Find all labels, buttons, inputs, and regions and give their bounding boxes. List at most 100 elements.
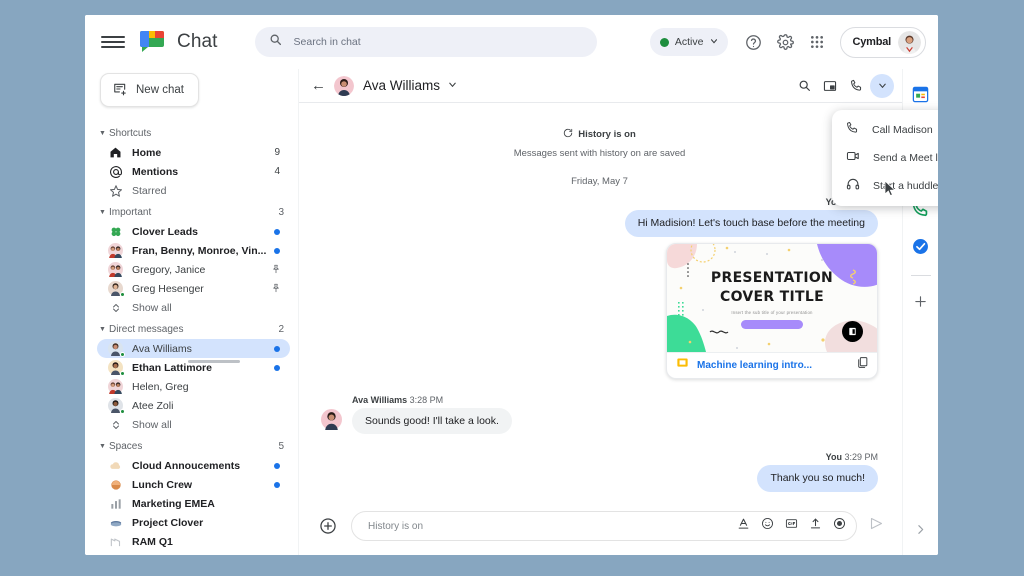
unread-dot	[274, 481, 280, 488]
sidebar-scroll-grip[interactable]	[188, 360, 240, 363]
sidebar-item-show-all[interactable]: Show all	[97, 298, 290, 317]
status-button[interactable]: Active	[649, 28, 729, 56]
format-text-icon[interactable]	[737, 517, 750, 535]
sidebar-item-marketing-emea[interactable]: Marketing EMEA	[97, 494, 290, 513]
new-chat-label: New chat	[136, 84, 184, 96]
gif-icon[interactable]	[785, 517, 798, 535]
sidebar-item-greg-hesenger[interactable]: Greg Hesenger	[97, 279, 290, 298]
attachment-preview: PRESENTATION COVER TITLE Insert the sub …	[667, 243, 877, 352]
sidebar-item-starred[interactable]: Starred	[97, 181, 290, 200]
sidebar-item-label: Marketing EMEA	[132, 497, 215, 510]
sidebar-item-mentions[interactable]: Mentions 4	[97, 162, 290, 181]
apps-grid-icon[interactable]	[802, 27, 832, 57]
record-video-icon[interactable]	[833, 517, 846, 535]
sidebar-item-fireside-chats[interactable]: W Fireside chats	[97, 551, 290, 556]
back-arrow-icon[interactable]: ←	[309, 77, 334, 94]
tasks-icon[interactable]	[910, 235, 932, 257]
sidebar-item-label: Ethan Lattimore	[132, 361, 212, 374]
hamburger-icon[interactable]	[101, 30, 125, 54]
phone-icon	[846, 121, 859, 139]
sidebar-item-fran-benny-monroe-vin[interactable]: Fran, Benny, Monroe, Vin...	[97, 241, 290, 260]
pin-icon[interactable]	[271, 283, 281, 295]
unread-count: 9	[274, 147, 280, 158]
user-avatar	[107, 341, 125, 357]
add-icon[interactable]	[317, 515, 339, 537]
message-avatar[interactable]	[321, 408, 342, 430]
sidebar-item-cloud-annoucements[interactable]: Cloud Annoucements	[97, 456, 290, 475]
conversation-actions	[792, 73, 894, 98]
help-icon[interactable]	[738, 27, 768, 57]
message-list: History is on Messages sent with history…	[299, 103, 902, 503]
conversation-title: Ava Williams	[363, 78, 441, 93]
chevron-down-icon	[709, 33, 719, 51]
conversation-avatar[interactable]	[334, 75, 354, 96]
pip-icon[interactable]	[818, 74, 842, 98]
history-subtitle: Messages sent with history on are saved	[513, 148, 686, 159]
attachment-subtitle: Insert the sub title of your presentatio…	[731, 309, 813, 315]
message-bubble[interactable]: Thank you so much!	[757, 465, 878, 493]
menu-item-call[interactable]: Call Madison	[832, 116, 938, 144]
sidebar-section-header[interactable]: ▼ Spaces 5	[95, 436, 290, 456]
app-body: New chat ▼ Shortcuts Home 9 Mentions 4 Starred…	[85, 69, 938, 555]
rail-divider	[910, 275, 931, 276]
date-separator: Friday, May 7	[571, 176, 628, 187]
sidebar-item-gregory-janice[interactable]: Gregory, Janice	[97, 260, 290, 279]
emoji-icon[interactable]	[761, 517, 774, 535]
attachment-file-name[interactable]: Machine learning intro...	[697, 360, 856, 371]
sidebar-item-label: Lunch Crew	[132, 478, 193, 491]
phone-icon[interactable]	[844, 74, 868, 98]
sidebar-item-label: Greg Hesenger	[132, 282, 204, 295]
send-icon[interactable]	[869, 516, 884, 536]
sidebar-item-helen-greg[interactable]: Helen, Greg	[97, 377, 290, 396]
user-avatar	[107, 398, 125, 414]
sidebar-item-show-all[interactable]: Show all	[97, 415, 290, 434]
copy-icon[interactable]	[856, 356, 869, 374]
star-icon	[107, 183, 124, 198]
sidebar-item-ava-williams[interactable]: Ava Williams	[97, 339, 290, 358]
unread-dot	[274, 345, 280, 352]
plus-icon[interactable]	[910, 290, 932, 312]
attachment-card[interactable]: PRESENTATION COVER TITLE Insert the sub …	[666, 242, 878, 379]
clover-space-icon	[107, 224, 124, 239]
mouse-cursor	[884, 180, 896, 202]
sidebar-item-label: Mentions	[132, 165, 179, 178]
sidebar-section-count: 2	[278, 323, 284, 335]
sidebar-item-clover-leads[interactable]: Clover Leads	[97, 222, 290, 241]
menu-item-meet-link[interactable]: Send a Meet link	[832, 144, 938, 172]
sidebar-item-lunch-crew[interactable]: Lunch Crew	[97, 475, 290, 494]
calendar-icon[interactable]	[910, 83, 932, 105]
upload-file-icon[interactable]	[809, 517, 822, 535]
group-avatar	[107, 262, 124, 277]
pin-icon[interactable]	[271, 264, 281, 276]
mention-icon	[107, 164, 124, 179]
menu-item-label: Call Madison	[872, 124, 933, 136]
sidebar-section-header[interactable]: ▼ Direct messages 2	[95, 319, 290, 339]
attachment-type-badge	[842, 320, 863, 342]
new-chat-button[interactable]: New chat	[100, 73, 199, 107]
sidebar-item-home[interactable]: Home 9	[97, 143, 290, 162]
sidebar-section-header[interactable]: ▼ Important 3	[95, 202, 290, 222]
user-avatar	[107, 360, 125, 376]
account-chip[interactable]: Cymbal	[840, 26, 926, 58]
slides-icon	[676, 356, 689, 374]
attachment-title-line1: PRESENTATION	[710, 269, 834, 286]
chevron-down-icon: ▼	[99, 442, 106, 450]
sidebar-section-header[interactable]: ▼ Shortcuts	[95, 123, 290, 143]
attachment-footer: Machine learning intro...	[667, 351, 877, 378]
avatar[interactable]	[898, 30, 921, 54]
search-icon[interactable]	[792, 74, 816, 98]
sidebar-item-ram-q1[interactable]: RAM Q1	[97, 532, 290, 551]
status-label: Active	[674, 36, 704, 48]
gear-icon[interactable]	[770, 27, 800, 57]
chevron-right-icon[interactable]	[914, 523, 927, 539]
sidebar-item-atee-zoli[interactable]: Atee Zoli	[97, 396, 290, 415]
ram-space-icon	[107, 534, 124, 549]
message-bubble[interactable]: Hi Madision! Let's touch base before the…	[624, 210, 878, 237]
chevron-down-icon[interactable]	[447, 79, 458, 92]
message-meta: You 3:29 PM	[826, 452, 878, 462]
search-input[interactable]: Search in chat	[254, 27, 597, 57]
chevron-down-icon[interactable]	[870, 73, 894, 98]
sidebar-item-project-clover[interactable]: Project Clover	[97, 513, 290, 532]
message-bubble[interactable]: Sounds good! I'll take a look.	[352, 407, 512, 435]
message-input[interactable]: History is on	[351, 511, 857, 541]
